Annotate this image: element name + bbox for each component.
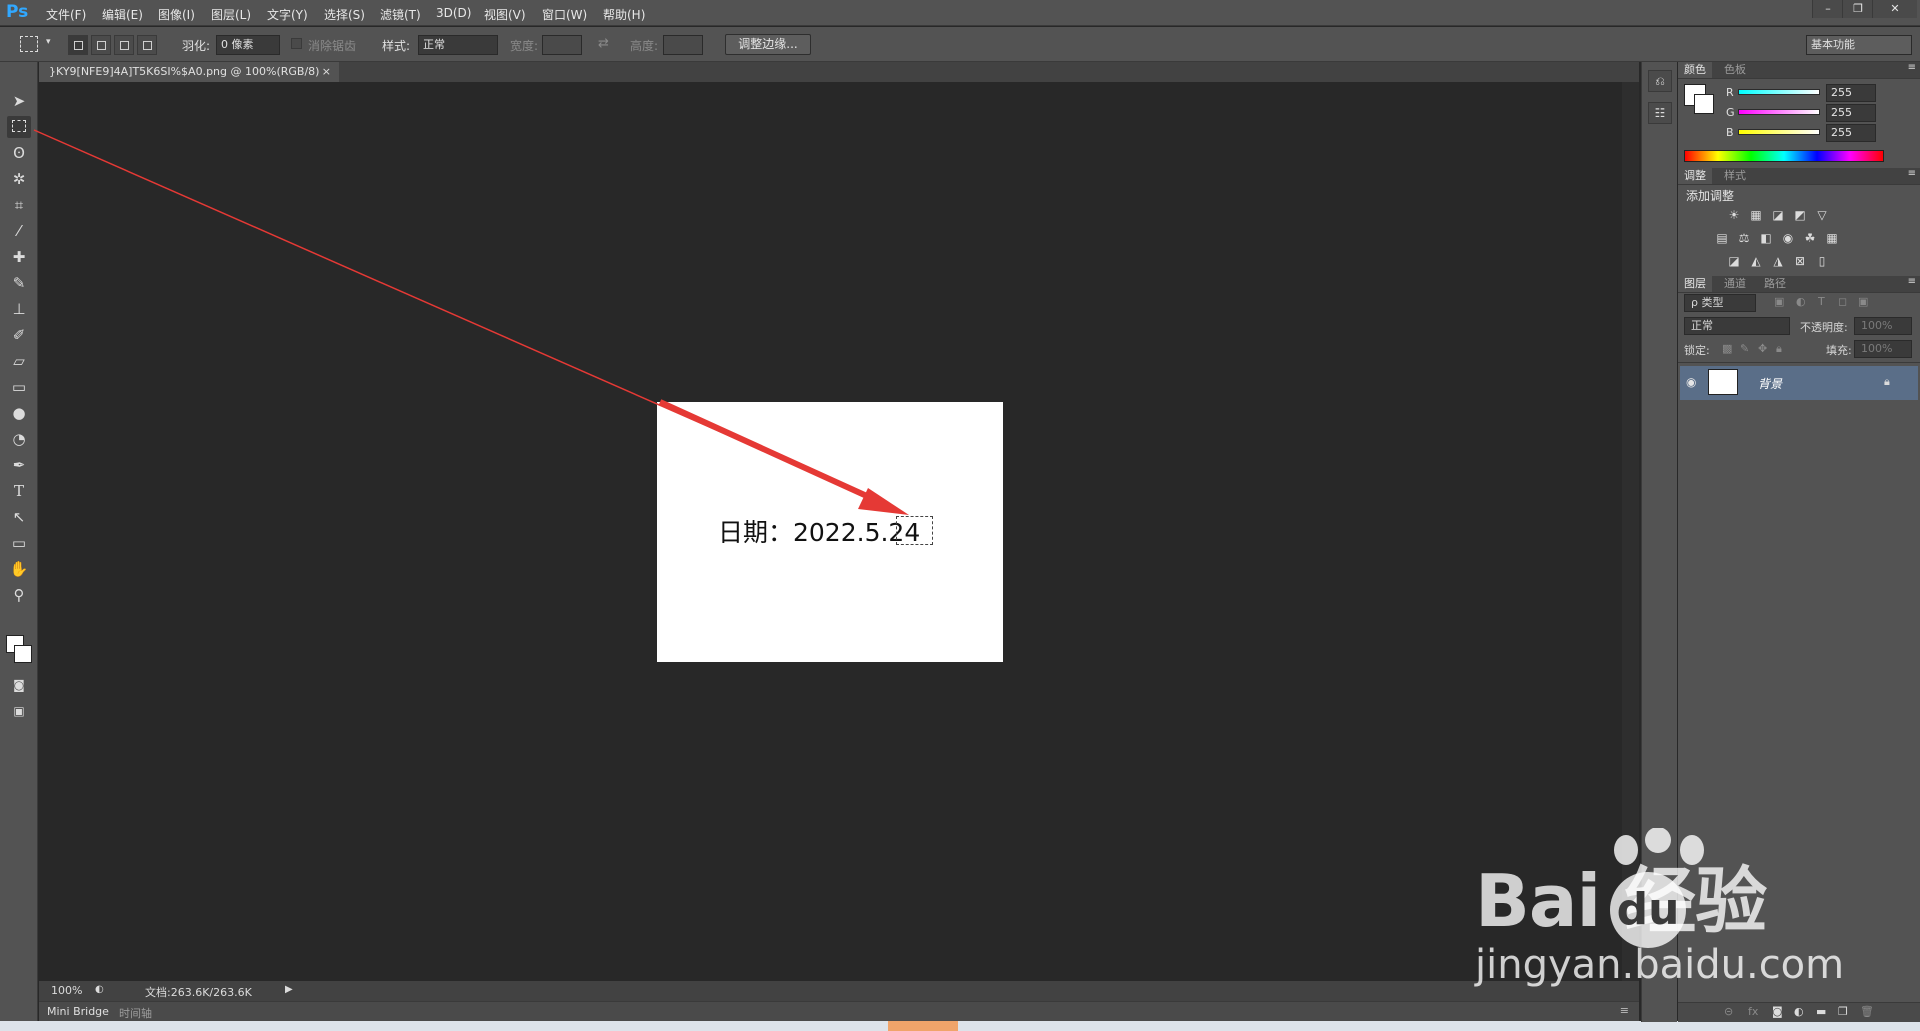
color-balance-icon[interactable]: ⚖ <box>1736 231 1752 245</box>
color-lookup-icon[interactable]: ▦ <box>1824 231 1840 245</box>
status-share-icon[interactable]: ◐ <box>95 984 104 995</box>
properties-panel-icon[interactable]: ☷ <box>1648 102 1672 124</box>
hue-saturation-icon[interactable]: ▤ <box>1714 231 1730 245</box>
lock-move-icon[interactable]: ✥ <box>1758 342 1767 355</box>
new-adjustment-icon[interactable]: ◐ <box>1794 1005 1804 1018</box>
layer-filter-select[interactable]: ρ 类型 <box>1684 294 1756 312</box>
play-right-icon[interactable]: ▶ <box>285 984 293 995</box>
panel-menu-icon[interactable]: ≡ <box>1908 62 1916 73</box>
visibility-eye-icon[interactable]: ◉ <box>1686 375 1696 389</box>
channel-g-input[interactable]: 255 <box>1826 104 1876 122</box>
channel-mixer-icon[interactable]: ☘ <box>1802 231 1818 245</box>
lock-paint-icon[interactable]: ✎ <box>1740 342 1749 355</box>
lock-label: 锁定: <box>1684 344 1710 357</box>
bg-color-swatch[interactable] <box>1694 94 1714 114</box>
layers-footer: ⊝ fx ◙ ◐ ▬ ❐ 🗑︎ <box>1678 1002 1920 1022</box>
posterize-icon[interactable]: ◭ <box>1748 254 1764 268</box>
channel-r-input[interactable]: 255 <box>1826 84 1876 102</box>
channel-g-slider[interactable] <box>1738 109 1820 115</box>
levels-icon[interactable]: ▦ <box>1748 208 1764 222</box>
blend-mode-select[interactable]: 正常 <box>1684 317 1790 335</box>
selective-color-icon[interactable]: ⊠ <box>1792 254 1808 268</box>
color-panel-header: 颜色 色板 ≡ <box>1678 62 1920 79</box>
lock-transparent-icon[interactable]: ▩ <box>1722 342 1732 355</box>
filter-shape-icon[interactable]: ◻ <box>1838 295 1847 308</box>
channel-b-input[interactable]: 255 <box>1826 124 1876 142</box>
channel-r-label: R <box>1726 86 1734 99</box>
tab-layers[interactable]: 图层 <box>1678 276 1712 292</box>
channel-b-slider[interactable] <box>1738 129 1820 135</box>
opacity-label: 不透明度: <box>1800 321 1848 334</box>
brightness-icon[interactable]: ☀ <box>1726 208 1742 222</box>
document-info: 文档:263.6K/263.6K <box>145 986 252 999</box>
baidu-url: jingyan.baidu.com <box>1475 942 1845 988</box>
opacity-input[interactable]: 100% <box>1854 317 1912 335</box>
taskbar-active-item[interactable] <box>888 1021 958 1031</box>
tab-channels[interactable]: 通道 <box>1718 276 1752 292</box>
tab-paths[interactable]: 路径 <box>1758 276 1792 292</box>
filter-pixel-icon[interactable]: ▣ <box>1774 295 1784 308</box>
add-adjustment-title: 添加调整 <box>1686 189 1735 203</box>
fill-input[interactable]: 100% <box>1854 340 1912 358</box>
new-layer-icon[interactable]: ❐ <box>1838 1005 1848 1018</box>
exposure-icon[interactable]: ◩ <box>1792 208 1808 222</box>
tab-swatches[interactable]: 色板 <box>1718 62 1752 78</box>
os-taskbar <box>0 1021 1920 1031</box>
fill-label: 填充: <box>1826 344 1852 357</box>
filter-adjust-icon[interactable]: ◐ <box>1796 295 1806 308</box>
baidu-du-badge: du <box>1610 872 1686 948</box>
black-white-icon[interactable]: ◧ <box>1758 231 1774 245</box>
tab-timeline[interactable]: 时间轴 <box>119 1005 152 1021</box>
bottom-panel-bar: Mini Bridge 时间轴 ≡ <box>39 1001 1639 1021</box>
threshold-icon[interactable]: ◮ <box>1770 254 1786 268</box>
fx-icon[interactable]: fx <box>1748 1005 1758 1018</box>
history-panel-icon[interactable]: ⎌ <box>1648 70 1672 92</box>
status-bar: 100% ◐ 文档:263.6K/263.6K ▶ <box>39 981 1639 1001</box>
filter-smart-icon[interactable]: ▣ <box>1858 295 1868 308</box>
adjustments-panel-header: 调整 样式 ≡ <box>1678 168 1920 185</box>
filter-type-icon[interactable]: T <box>1818 295 1825 308</box>
channel-r-slider[interactable] <box>1738 89 1820 95</box>
invert-icon[interactable]: ◪ <box>1726 254 1742 268</box>
trash-icon[interactable]: 🗑︎ <box>1860 1005 1874 1018</box>
link-layers-icon[interactable]: ⊝ <box>1724 1005 1733 1018</box>
panel-menu-icon[interactable]: ≡ <box>1620 1004 1629 1017</box>
color-ramp[interactable] <box>1684 150 1884 162</box>
new-group-icon[interactable]: ▬ <box>1816 1005 1826 1018</box>
divider <box>1678 362 1920 363</box>
layer-lock-icon: 🔒︎ <box>1884 375 1890 388</box>
zoom-level[interactable]: 100% <box>51 984 82 997</box>
lock-all-icon[interactable]: 🔒︎ <box>1776 342 1782 356</box>
layers-panel-header: 图层 通道 路径 ≡ <box>1678 276 1920 293</box>
tab-mini-bridge[interactable]: Mini Bridge <box>47 1005 109 1018</box>
vibrance-icon[interactable]: ▽ <box>1814 208 1830 222</box>
channel-b-label: B <box>1726 126 1734 139</box>
add-mask-icon[interactable]: ◙ <box>1772 1005 1783 1018</box>
layer-name[interactable]: 背景 <box>1758 375 1782 392</box>
photo-filter-icon[interactable]: ◉ <box>1780 231 1796 245</box>
panel-menu-icon[interactable]: ≡ <box>1908 168 1916 179</box>
layer-thumbnail <box>1708 369 1738 395</box>
panel-menu-icon[interactable]: ≡ <box>1908 276 1916 287</box>
tab-color[interactable]: 颜色 <box>1678 62 1712 78</box>
channel-g-label: G <box>1726 106 1735 119</box>
tab-styles[interactable]: 样式 <box>1718 168 1752 184</box>
gradient-map-icon[interactable]: ▯ <box>1814 254 1830 268</box>
tab-adjustments[interactable]: 调整 <box>1678 168 1712 184</box>
curves-icon[interactable]: ◪ <box>1770 208 1786 222</box>
layer-row[interactable]: ◉ 背景 🔒︎ <box>1680 366 1918 400</box>
